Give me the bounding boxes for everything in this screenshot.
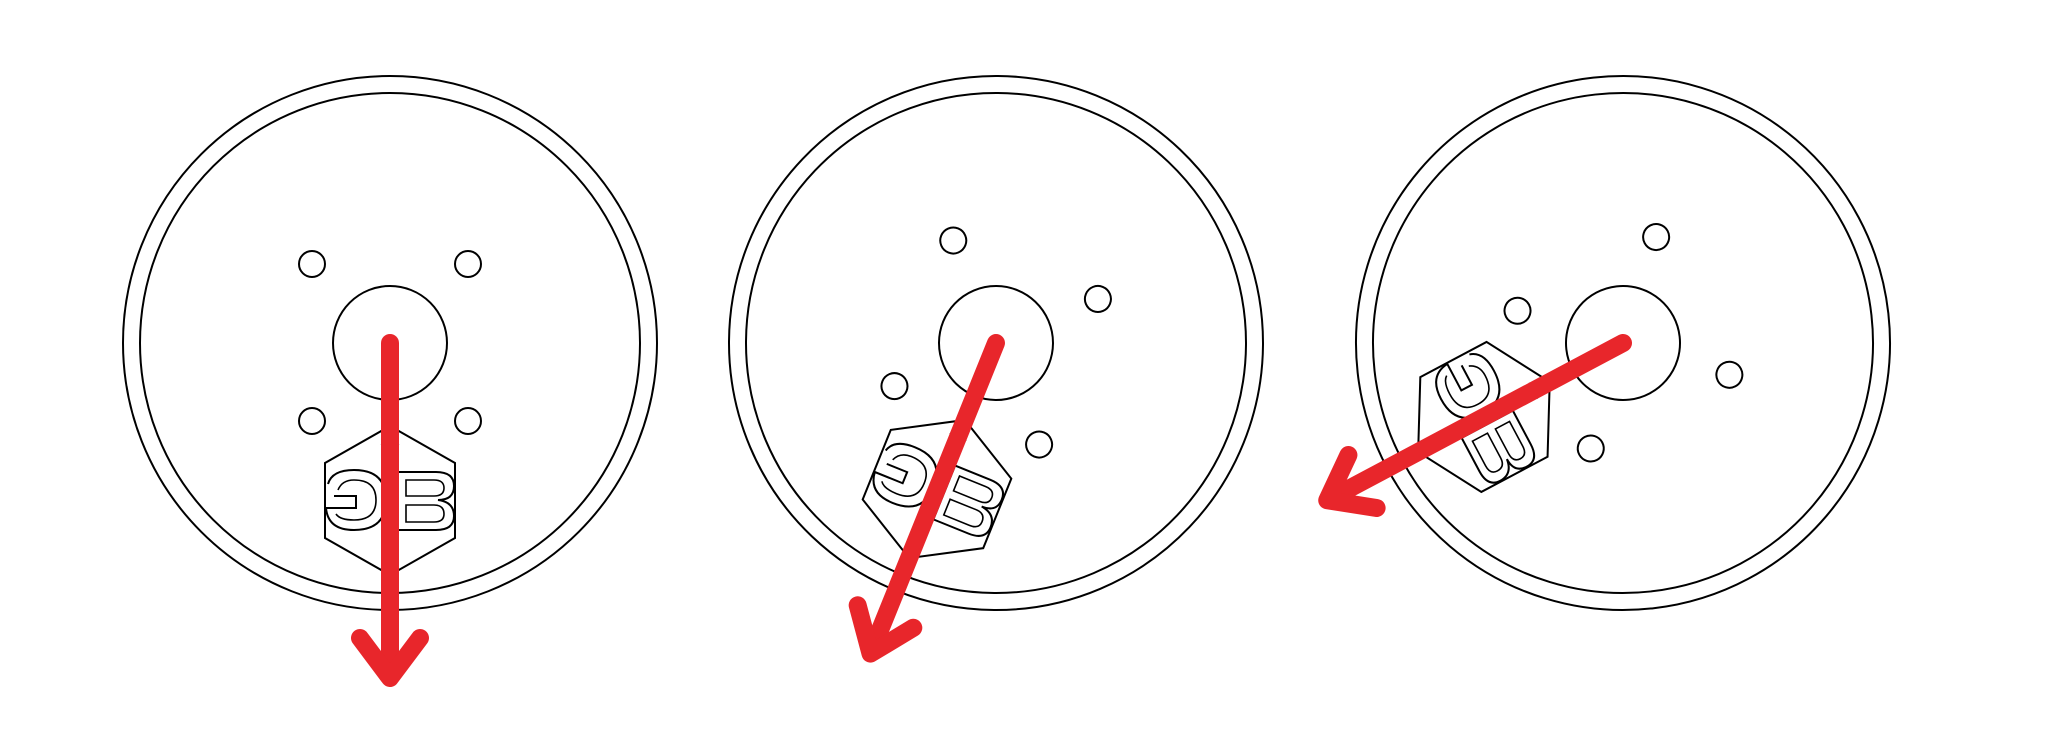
wheel-panel-1	[122, 75, 658, 687]
direction-arrow-2	[848, 334, 1005, 663]
wheel-panel-3	[1260, 0, 1986, 706]
direction-arrow-1	[351, 334, 429, 687]
wheel-panel-2	[647, 0, 1345, 692]
diagram-canvas	[122, 0, 1986, 706]
